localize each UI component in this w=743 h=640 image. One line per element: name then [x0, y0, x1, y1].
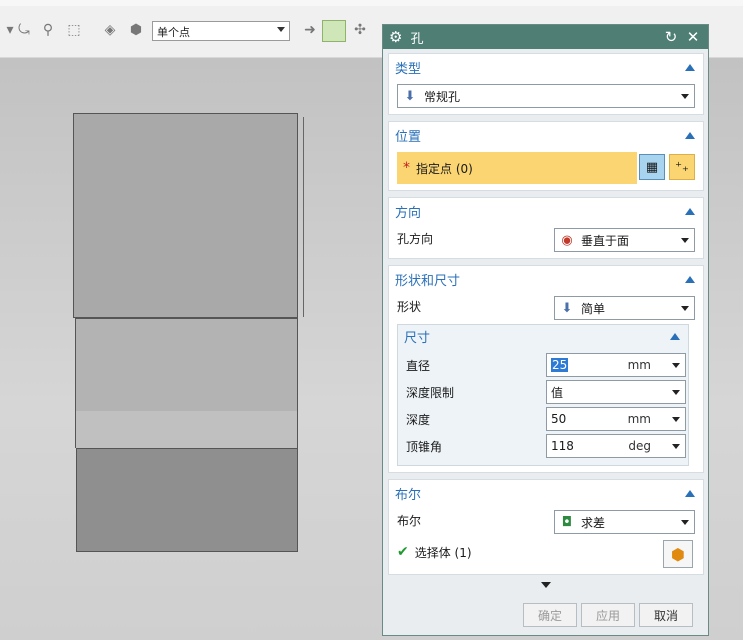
hole-dialog: ⚙ 孔 ↻ ✕ 类型 ⬇ 常规孔 位置 * 指定点 (0) ▦ ⁺₊ 方向 孔方…	[382, 24, 709, 636]
depth-limit-value: 值	[551, 385, 564, 400]
gear-icon[interactable]: ⚙	[389, 28, 402, 46]
chevron-down-icon	[681, 520, 689, 525]
select-body-label: 选择体 (1)	[414, 545, 472, 560]
apply-button[interactable]: 应用	[581, 603, 635, 627]
collapse-icon[interactable]	[685, 63, 695, 71]
apply-button-label: 应用	[595, 608, 620, 623]
point-dialog-icon[interactable]: ⁺₊	[669, 154, 695, 180]
cancel-button[interactable]: 取消	[639, 603, 693, 627]
solid-body-top[interactable]	[73, 113, 304, 318]
boolean-section-header[interactable]: 布尔	[389, 480, 703, 506]
collapse-icon[interactable]	[670, 332, 680, 340]
menu-strip	[0, 0, 743, 6]
dimensions-header[interactable]: 尺寸	[398, 325, 688, 347]
shape-dimensions-section: 形状和尺寸 形状 ⬇ 简单 尺寸 直径 25 mm 深度限制 值 深度 50 m…	[388, 265, 704, 473]
position-section: 位置 * 指定点 (0) ▦ ⁺₊	[388, 121, 704, 191]
shape-dropdown[interactable]: ⬇ 简单	[554, 296, 695, 320]
eraser-icon[interactable]: ◈	[100, 20, 120, 40]
collapse-icon[interactable]	[685, 131, 695, 139]
hole-icon: ⬇	[404, 88, 416, 104]
normal-to-face-icon: ◉	[561, 232, 573, 248]
depth-unit: mm	[627, 412, 651, 426]
type-section-header[interactable]: 类型	[389, 54, 703, 80]
cancel-button-label: 取消	[653, 608, 678, 623]
select-box-icon[interactable]: ⬚	[64, 20, 84, 40]
chevron-down-icon	[672, 363, 680, 368]
direction-section-title: 方向	[395, 205, 422, 221]
boolean-value: 求差	[581, 515, 606, 530]
solid-body-middle[interactable]	[75, 318, 298, 448]
shape-section-title: 形状和尺寸	[395, 273, 461, 289]
direction-section: 方向 孔方向 ◉ 垂直于面	[388, 197, 704, 259]
diameter-unit: mm	[627, 358, 651, 372]
dimensions-subpanel: 尺寸 直径 25 mm 深度限制 值 深度 50 mm 顶锥角 118 deg	[397, 324, 689, 466]
select-body-row[interactable]: ✔ 选择体 (1)	[389, 538, 703, 566]
hole-type-value: 常规孔	[424, 89, 461, 104]
reset-icon[interactable]: ↻	[662, 28, 680, 46]
shape-section-header[interactable]: 形状和尺寸	[389, 266, 703, 292]
shape-value: 简单	[581, 301, 606, 316]
direction-section-header[interactable]: 方向	[389, 198, 703, 224]
type-section: 类型 ⬇ 常规孔	[388, 53, 704, 115]
tip-angle-field[interactable]: 118 deg	[546, 434, 686, 458]
tip-angle-value[interactable]: 118	[551, 439, 574, 453]
sketch-section-icon[interactable]: ▦	[639, 154, 665, 180]
ok-button-label: 确定	[537, 608, 562, 623]
chevron-down-icon	[681, 238, 689, 243]
dimensions-title: 尺寸	[404, 330, 431, 346]
position-section-title: 位置	[395, 129, 422, 145]
chevron-down-icon	[672, 417, 680, 422]
point-snap-button[interactable]	[322, 20, 346, 42]
selection-filter-value: 单个点	[157, 26, 190, 39]
collapse-icon[interactable]	[685, 207, 695, 215]
dialog-titlebar: ⚙ 孔 ↻ ✕	[383, 25, 708, 49]
position-section-header[interactable]: 位置	[389, 122, 703, 148]
collapse-icon[interactable]	[685, 275, 695, 283]
chevron-down-icon	[672, 390, 680, 395]
specify-point-row[interactable]: * 指定点 (0)	[397, 152, 637, 184]
boolean-dropdown[interactable]: ◘ 求差	[554, 510, 695, 534]
expand-more-icon[interactable]	[541, 582, 551, 588]
tip-angle-unit: deg	[628, 439, 651, 453]
chevron-down-icon	[681, 306, 689, 311]
snap-points-icon[interactable]: ✣	[350, 20, 370, 40]
arrow-right-icon[interactable]: ➜	[300, 20, 320, 40]
cube-view-icon[interactable]: ⬢	[126, 20, 146, 40]
close-icon[interactable]: ✕	[684, 28, 702, 46]
chevron-down-icon	[277, 27, 285, 32]
chevron-down-icon	[672, 444, 680, 449]
subtract-icon: ◘	[561, 514, 573, 530]
selection-filter-dropdown[interactable]: 单个点	[152, 21, 290, 41]
filter-icon[interactable]: ⚲	[38, 20, 58, 40]
specify-point-label: 指定点 (0)	[416, 161, 473, 176]
dialog-title: 孔	[410, 31, 424, 47]
solid-body-bottom[interactable]	[76, 448, 298, 552]
boolean-section: 布尔 布尔 ◘ 求差 ✔ 选择体 (1) ⬢	[388, 479, 704, 575]
hole-direction-value: 垂直于面	[581, 233, 630, 248]
hole-type-dropdown[interactable]: ⬇ 常规孔	[397, 84, 695, 108]
snap-icon[interactable]: ⤿	[14, 20, 34, 40]
boolean-section-title: 布尔	[395, 487, 422, 503]
ok-button[interactable]: 确定	[523, 603, 577, 627]
hole-direction-dropdown[interactable]: ◉ 垂直于面	[554, 228, 695, 252]
required-mark: *	[403, 160, 410, 176]
depth-field[interactable]: 50 mm	[546, 407, 686, 431]
diameter-value[interactable]: 25	[551, 358, 569, 372]
collapse-icon[interactable]	[685, 489, 695, 497]
simple-hole-icon: ⬇	[561, 300, 573, 316]
chevron-down-icon	[681, 94, 689, 99]
checkmark-icon: ✔	[397, 544, 409, 560]
select-body-icon[interactable]: ⬢	[663, 540, 693, 568]
depth-value[interactable]: 50	[551, 412, 566, 426]
depth-limit-dropdown[interactable]: 值	[546, 380, 686, 404]
diameter-field[interactable]: 25 mm	[546, 353, 686, 377]
type-section-title: 类型	[395, 61, 422, 77]
